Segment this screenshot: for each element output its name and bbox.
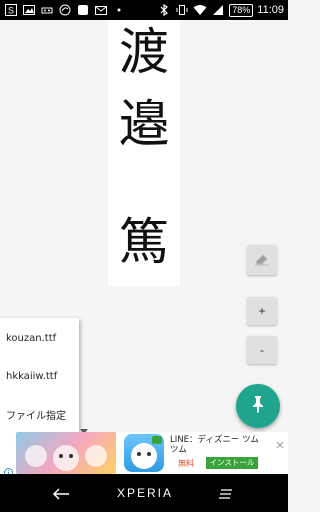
notification-game-icon — [40, 3, 54, 17]
eraser-icon — [254, 252, 270, 269]
svg-text:S: S — [8, 6, 14, 16]
bluetooth-icon — [157, 3, 171, 17]
eraser-button[interactable] — [247, 245, 277, 275]
ad-install-button[interactable]: インストール — [206, 457, 258, 469]
ad-title: LINE：ディズニー ツムツム — [170, 435, 259, 455]
menu-item-file-select[interactable]: ファイル指定 — [6, 407, 66, 422]
clock: 11:09 — [257, 4, 284, 16]
ad-app-icon[interactable] — [124, 434, 164, 472]
menu-item-hkkaiiw[interactable]: hkkaiiw.ttf — [6, 371, 57, 382]
canvas-character: 篤 — [119, 213, 169, 271]
font-menu: kouzan.ttf hkkaiiw.ttf ファイル指定 — [0, 318, 79, 434]
ad-free-label: 無料 — [178, 459, 194, 468]
vibrate-icon — [175, 3, 189, 17]
menu-icon[interactable] — [218, 486, 234, 505]
status-bar: S 78% 11:09 — [0, 0, 288, 20]
zoom-in-button[interactable]: + — [247, 297, 277, 325]
cell-signal-icon — [211, 3, 225, 17]
ad-banner[interactable]: LINE：ディズニー ツムツム 無料 インストール — [0, 432, 288, 477]
navigation-bar: XPERIA — [0, 474, 288, 512]
notification-gmail-icon — [94, 3, 108, 17]
pin-fab-button[interactable] — [236, 384, 280, 428]
pin-icon — [250, 395, 266, 417]
wifi-icon — [193, 3, 207, 17]
notification-image-icon — [22, 3, 36, 17]
battery-indicator: 78% — [229, 3, 254, 17]
xperia-brand: XPERIA — [116, 486, 173, 500]
ad-close-icon[interactable] — [276, 434, 284, 453]
notification-s-icon: S — [4, 3, 18, 17]
notification-app-icon — [58, 3, 72, 17]
canvas-character: 邉 — [119, 95, 169, 153]
notification-app2-icon — [76, 3, 90, 17]
menu-item-kouzan[interactable]: kouzan.ttf — [6, 333, 56, 344]
canvas-character: 渡 — [119, 23, 169, 81]
back-arrow-icon[interactable] — [52, 486, 70, 505]
notification-dots-icon — [112, 3, 126, 17]
zoom-out-button[interactable]: - — [247, 336, 277, 364]
ad-image[interactable] — [16, 432, 116, 474]
writing-canvas[interactable]: 渡 邉 篤 — [108, 20, 180, 286]
